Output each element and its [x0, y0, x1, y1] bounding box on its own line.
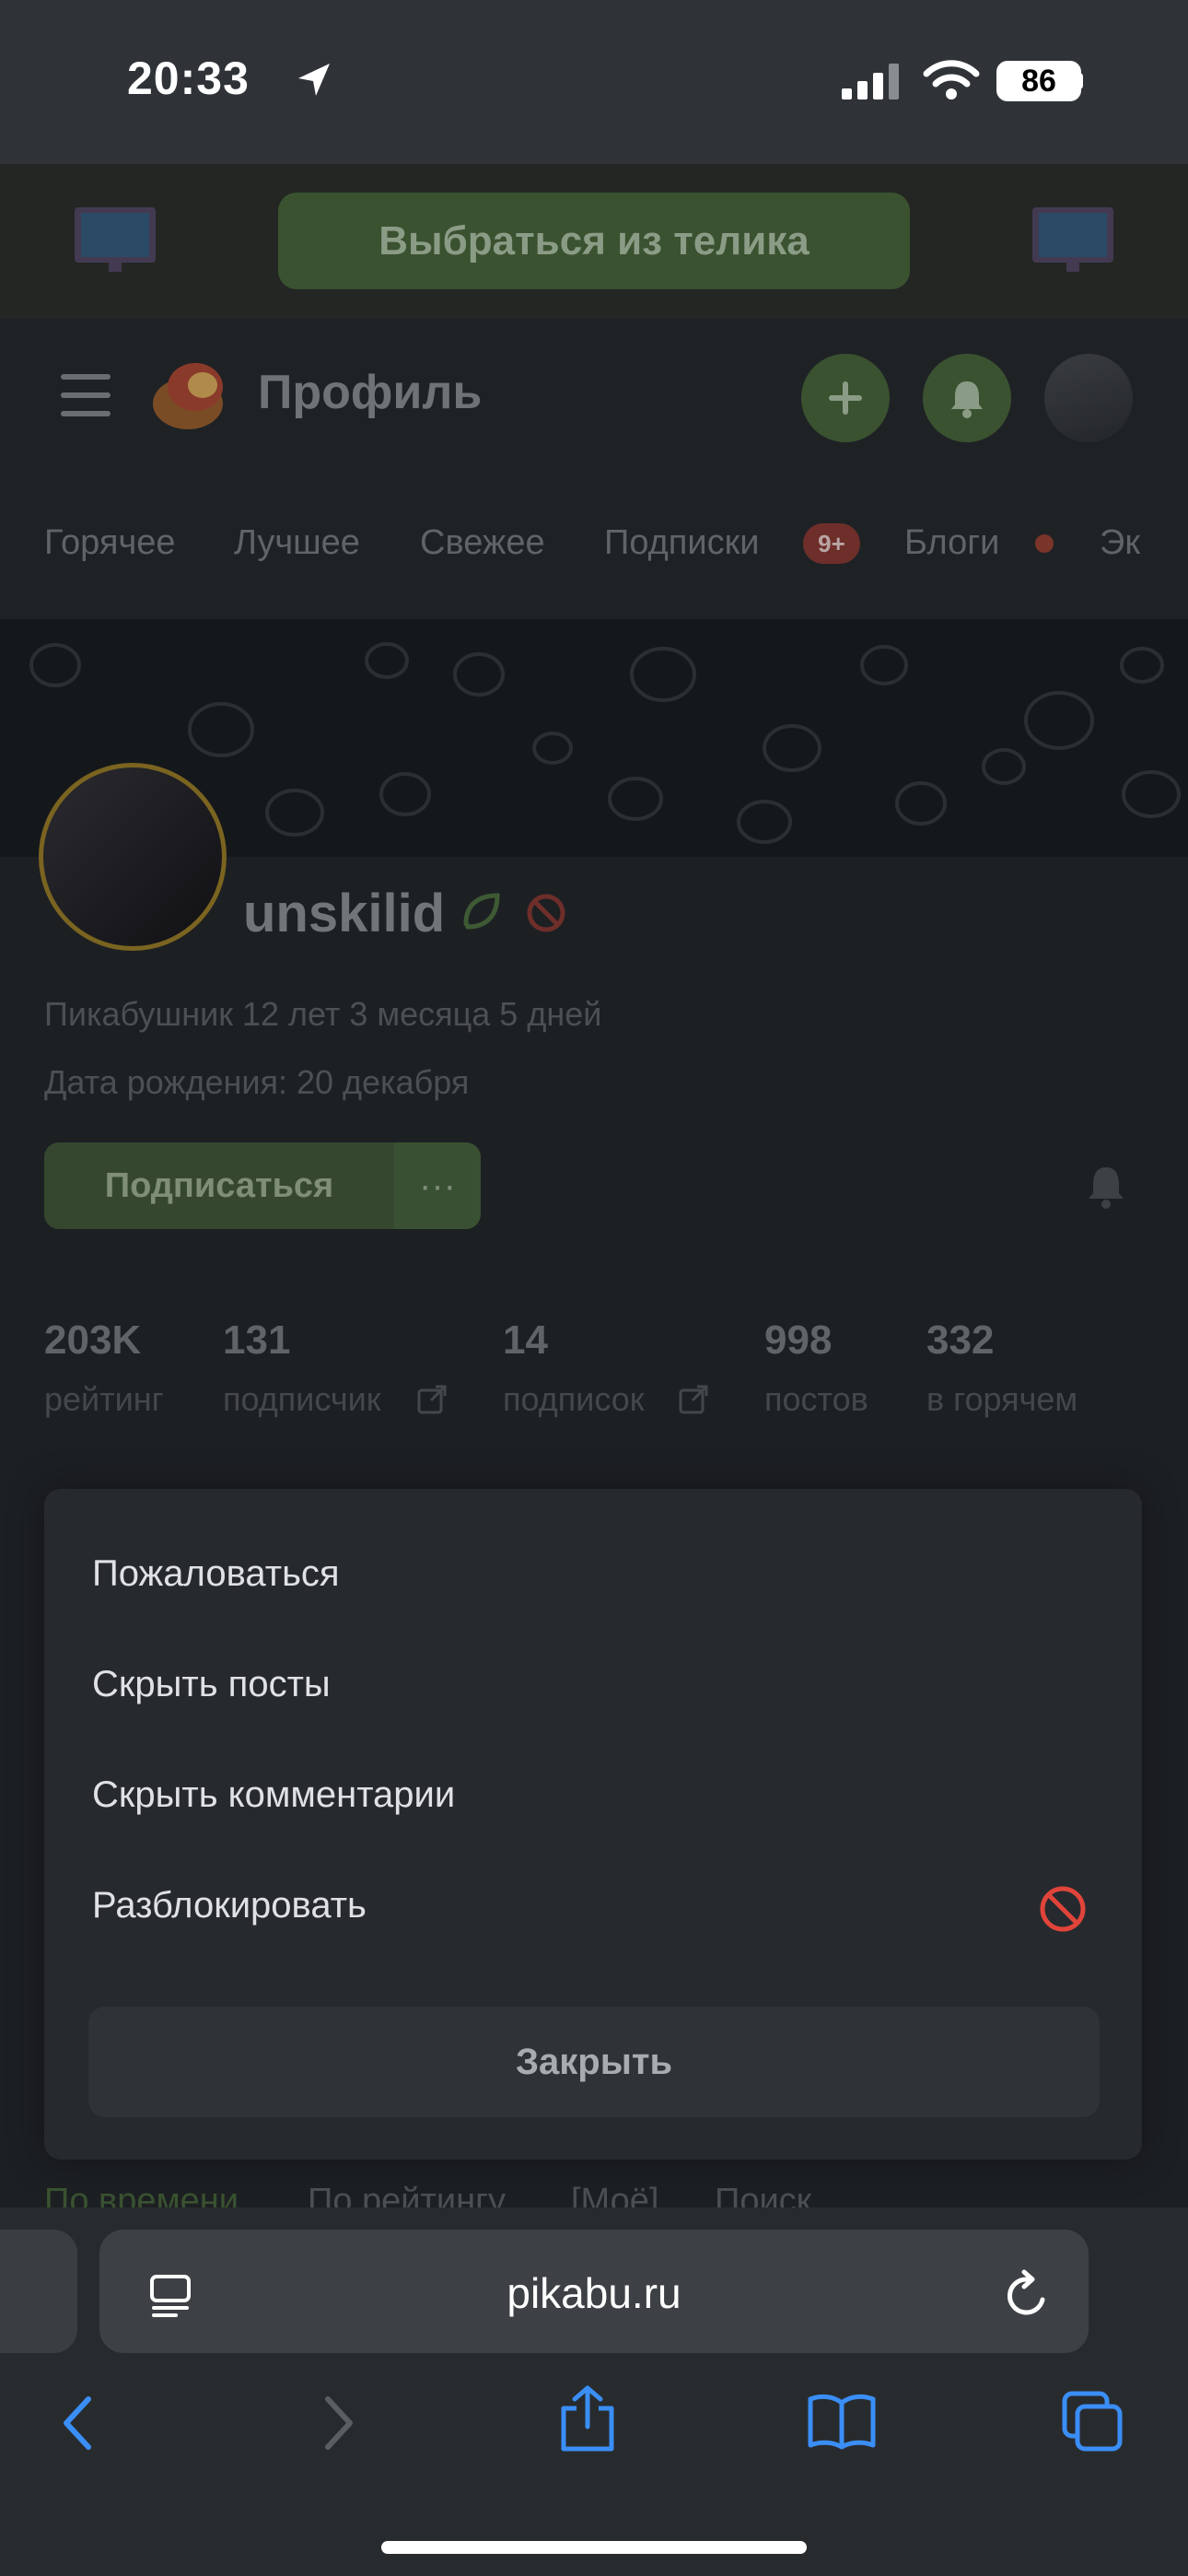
- location-arrow-icon: [298, 64, 330, 96]
- menu-icon[interactable]: [59, 369, 112, 422]
- tv-icon: [1032, 207, 1113, 272]
- tab-hot[interactable]: Горячее: [44, 523, 176, 563]
- tab-fresh[interactable]: Свежее: [420, 523, 545, 563]
- stat-followers-value[interactable]: 131: [223, 1317, 290, 1364]
- stat-hot-label: в горячем: [926, 1380, 1078, 1418]
- external-link-icon: [679, 1385, 708, 1414]
- stat-followers-label[interactable]: подписчик: [223, 1380, 381, 1419]
- pikabu-logo-icon[interactable]: [149, 356, 234, 435]
- profile-avatar: [39, 763, 227, 951]
- block-icon: [1040, 1886, 1086, 1932]
- tab-more[interactable]: Эк: [1100, 523, 1140, 563]
- status-time: 20:33: [127, 53, 250, 104]
- profile-tenure: Пикабушник 12 лет 3 месяца 5 дней: [44, 995, 602, 1033]
- subscribe-button[interactable]: Подписаться: [44, 1142, 394, 1229]
- block-icon: [527, 894, 565, 932]
- reader-icon[interactable]: [147, 2272, 193, 2318]
- report-menu-item[interactable]: Пожаловаться: [92, 1553, 340, 1595]
- tab-blogs[interactable]: Блоги: [904, 523, 999, 563]
- stat-subscriptions-value[interactable]: 14: [503, 1317, 548, 1364]
- reload-icon[interactable]: [1002, 2268, 1052, 2322]
- home-indicator: [381, 2541, 807, 2554]
- page-title: Профиль: [258, 366, 483, 419]
- stat-rating-value: 203K: [44, 1317, 142, 1363]
- verified-leaf-icon: [463, 893, 500, 930]
- blogs-dot: [1035, 534, 1054, 553]
- stat-posts-value: 998: [764, 1317, 833, 1363]
- tv-icon: [75, 207, 156, 272]
- tab-subscriptions[interactable]: Подписки: [604, 523, 759, 563]
- close-sheet-button[interactable]: Закрыть: [88, 2007, 1100, 2117]
- wifi-icon: [923, 60, 980, 100]
- profile-username: unskilid: [243, 884, 446, 943]
- hide-posts-menu-item[interactable]: Скрыть посты: [92, 1664, 331, 1705]
- battery-cap: [1077, 73, 1083, 89]
- stat-rating-label: рейтинг: [44, 1380, 164, 1418]
- profile-more-button[interactable]: ···: [394, 1142, 481, 1229]
- previous-tab-preview[interactable]: [0, 2230, 77, 2353]
- nav-tabs: [0, 475, 1188, 619]
- cellular-icon: [842, 64, 899, 100]
- share-icon[interactable]: [558, 2384, 617, 2454]
- forward-icon[interactable]: [315, 2394, 361, 2453]
- bookmarks-icon[interactable]: [807, 2392, 877, 2451]
- bell-icon: [951, 381, 983, 418]
- stat-subscriptions-label[interactable]: подписок: [503, 1380, 645, 1419]
- user-avatar[interactable]: [1044, 354, 1133, 442]
- stat-hot-value: 332: [926, 1317, 995, 1363]
- tab-best[interactable]: Лучшее: [234, 523, 360, 563]
- battery-indicator: 86: [996, 61, 1081, 101]
- escape-tv-button[interactable]: Выбраться из телика: [278, 193, 910, 289]
- bell-icon[interactable]: [1083, 1163, 1129, 1211]
- plus-icon: [829, 381, 862, 415]
- subscriptions-badge: 9+: [803, 523, 860, 564]
- url-text[interactable]: pikabu.ru: [368, 2268, 820, 2318]
- external-link-icon: [417, 1385, 447, 1414]
- stat-posts-label: постов: [764, 1380, 868, 1418]
- hide-comments-menu-item[interactable]: Скрыть комментарии: [92, 1774, 455, 1816]
- profile-birthday: Дата рождения: 20 декабря: [44, 1063, 470, 1101]
- tabs-icon[interactable]: [1061, 2390, 1125, 2454]
- back-icon[interactable]: [55, 2394, 101, 2453]
- unblock-menu-item[interactable]: Разблокировать: [92, 1885, 367, 1926]
